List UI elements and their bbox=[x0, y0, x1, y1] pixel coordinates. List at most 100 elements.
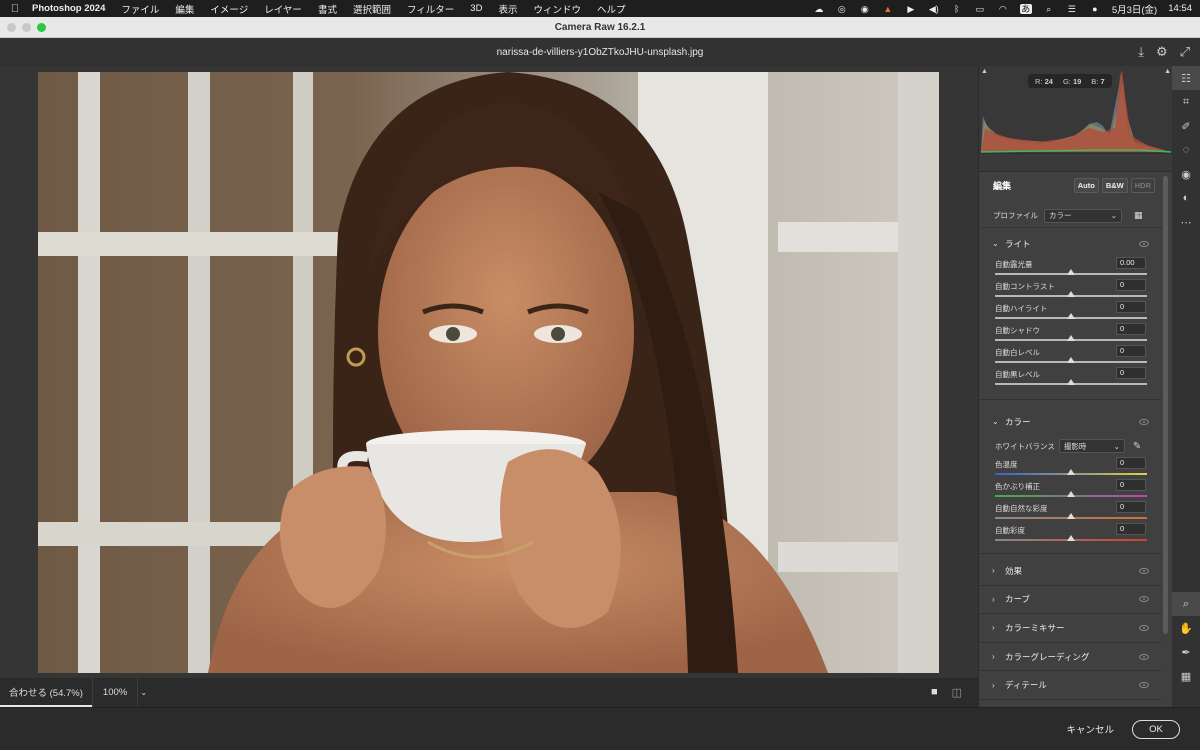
menu-3d[interactable]: 3D bbox=[462, 3, 490, 14]
menu-file[interactable]: ファイル bbox=[113, 2, 167, 16]
slider-thumb[interactable] bbox=[1067, 535, 1075, 541]
hdr-button[interactable]: HDR bbox=[1130, 177, 1155, 193]
slider-thumb[interactable] bbox=[1067, 335, 1075, 341]
chevron-right-icon: › bbox=[992, 566, 995, 576]
slider-value-input[interactable]: 0 bbox=[1116, 279, 1146, 291]
collapsed-section-header[interactable]: › カラーミキサー bbox=[979, 614, 1161, 643]
eye-icon[interactable] bbox=[1139, 567, 1149, 574]
slider-thumb[interactable] bbox=[1067, 513, 1075, 519]
bluetooth-icon[interactable]: ᛒ bbox=[951, 4, 963, 14]
menu-image[interactable]: イメージ bbox=[202, 2, 256, 16]
creative-cloud-icon[interactable]: ◎ bbox=[836, 4, 848, 14]
healing-icon[interactable]: ✐ bbox=[1172, 114, 1200, 138]
cancel-button[interactable]: キャンセル bbox=[1066, 722, 1114, 736]
wifi-icon[interactable]: ◠ bbox=[997, 4, 1009, 14]
slider-value-input[interactable]: 0 bbox=[1116, 523, 1146, 535]
save-icon[interactable]: ⤓ bbox=[1138, 44, 1144, 60]
slider-thumb[interactable] bbox=[1067, 291, 1075, 297]
slider-thumb[interactable] bbox=[1067, 491, 1075, 497]
collapsed-section-header[interactable]: › 効果 bbox=[979, 557, 1161, 586]
eye-icon[interactable] bbox=[1139, 624, 1149, 631]
red-eye-icon[interactable]: ◉ bbox=[1172, 162, 1200, 186]
menu-window[interactable]: ウィンドウ bbox=[525, 2, 589, 16]
before-after-icon[interactable]: ◫ bbox=[952, 686, 962, 699]
photo-preview[interactable] bbox=[38, 72, 939, 673]
collapsed-section-header[interactable]: › カーブ bbox=[979, 586, 1161, 615]
grid-icon[interactable]: ▦ bbox=[1172, 664, 1200, 688]
menu-help[interactable]: ヘルプ bbox=[589, 2, 634, 16]
slider-value-input[interactable]: 0.00 bbox=[1116, 257, 1146, 269]
eye-icon[interactable] bbox=[1139, 653, 1149, 660]
crop-icon[interactable]: ⌗ bbox=[1172, 90, 1200, 114]
hand-tool-icon[interactable]: ✋ bbox=[1172, 616, 1200, 640]
slider-value-input[interactable]: 0 bbox=[1116, 479, 1146, 491]
sync-icon[interactable]: ◉ bbox=[859, 4, 871, 14]
slider-value-input[interactable]: 0 bbox=[1116, 457, 1146, 469]
gear-icon[interactable]: ⚙ bbox=[1156, 44, 1168, 60]
zoom-100-button[interactable]: 100% bbox=[91, 678, 137, 707]
image-canvas[interactable] bbox=[0, 66, 978, 678]
input-mode-indicator[interactable]: あ bbox=[1019, 3, 1032, 14]
profile-browser-icon[interactable]: ▦ bbox=[1134, 210, 1143, 221]
eye-icon[interactable] bbox=[1139, 418, 1149, 425]
eye-icon[interactable] bbox=[1139, 240, 1149, 247]
edit-header: 編集 Auto B&W HDR bbox=[979, 172, 1165, 198]
slider-thumb[interactable] bbox=[1067, 379, 1075, 385]
apple-icon[interactable]:  bbox=[0, 3, 30, 15]
search-icon[interactable]: ⌕ bbox=[1043, 4, 1055, 14]
color-sampler-icon[interactable]: ✒ bbox=[1172, 640, 1200, 664]
auto-button[interactable]: Auto bbox=[1073, 177, 1099, 193]
mask-icon[interactable]: ◌ bbox=[1172, 138, 1200, 162]
brave-icon[interactable]: ▲ bbox=[882, 4, 894, 14]
slider-value-input[interactable]: 0 bbox=[1116, 301, 1146, 313]
menu-filter[interactable]: フィルター bbox=[399, 2, 462, 16]
cloud-icon[interactable]: ☁ bbox=[813, 4, 825, 14]
slider-value-input[interactable]: 0 bbox=[1116, 501, 1146, 513]
slider-thumb[interactable] bbox=[1067, 269, 1075, 275]
siri-icon[interactable]: ● bbox=[1089, 4, 1101, 14]
zoom-fit-button[interactable]: 合わせる (54.7%) bbox=[0, 678, 92, 707]
slider-value-input[interactable]: 0 bbox=[1116, 345, 1146, 357]
eyedropper-icon[interactable]: ✎ bbox=[1133, 441, 1141, 452]
menu-select[interactable]: 選択範囲 bbox=[345, 2, 399, 16]
fullscreen-icon[interactable]: ⤢ bbox=[1180, 44, 1190, 60]
control-center-icon[interactable]: ☰ bbox=[1066, 4, 1078, 14]
profile-select[interactable]: カラー ⌄ bbox=[1044, 208, 1122, 223]
minimize-window-button[interactable] bbox=[22, 23, 31, 32]
collapsed-section-header[interactable]: › カラーグレーディング bbox=[979, 643, 1161, 672]
menu-edit[interactable]: 編集 bbox=[167, 2, 202, 16]
slider-thumb[interactable] bbox=[1067, 313, 1075, 319]
slider-thumb[interactable] bbox=[1067, 469, 1075, 475]
menu-layer[interactable]: レイヤー bbox=[256, 2, 310, 16]
color-section-header[interactable]: ⌄ カラー bbox=[979, 408, 1161, 435]
menu-date[interactable]: 5月3日(金) bbox=[1112, 2, 1157, 16]
tool-strip: ☷ ⌗ ✐ ◌ ◉ ◐ ⋯ ⌕ ✋ ✒ ▦ bbox=[1172, 66, 1200, 707]
eye-icon[interactable] bbox=[1139, 596, 1149, 603]
presets-icon[interactable]: ◐ bbox=[1172, 186, 1200, 210]
menu-type[interactable]: 書式 bbox=[310, 2, 345, 16]
panel-scrollbar[interactable] bbox=[1163, 176, 1168, 634]
play-icon[interactable]: ▶ bbox=[905, 4, 917, 14]
edit-sliders-icon[interactable]: ☷ bbox=[1172, 66, 1200, 90]
more-icon[interactable]: ⋯ bbox=[1172, 210, 1200, 234]
ok-button[interactable]: OK bbox=[1132, 719, 1180, 739]
battery-icon[interactable]: ▭ bbox=[974, 4, 986, 14]
slider-value-input[interactable]: 0 bbox=[1116, 367, 1146, 379]
volume-icon[interactable]: ◀) bbox=[928, 4, 940, 14]
wb-select[interactable]: 撮影時 ⌄ bbox=[1058, 439, 1125, 453]
slider-label: 自動シャドウ bbox=[995, 326, 1040, 335]
bw-button[interactable]: B&W bbox=[1101, 177, 1128, 193]
slider-value-input[interactable]: 0 bbox=[1116, 323, 1146, 335]
close-window-button[interactable] bbox=[7, 23, 16, 32]
menu-app-name[interactable]: Photoshop 2024 bbox=[30, 3, 113, 14]
slider-thumb[interactable] bbox=[1067, 357, 1075, 363]
light-section-header[interactable]: ⌄ ライト bbox=[979, 230, 1161, 257]
zoom-tool-icon[interactable]: ⌕ bbox=[1172, 592, 1200, 616]
menu-time[interactable]: 14:54 bbox=[1168, 3, 1192, 14]
menu-view[interactable]: 表示 bbox=[490, 2, 525, 16]
single-view-icon[interactable]: ■ bbox=[931, 686, 938, 699]
zoom-window-button[interactable] bbox=[37, 23, 46, 32]
eye-icon[interactable] bbox=[1139, 682, 1149, 689]
collapsed-section-header[interactable]: › ディテール bbox=[979, 671, 1161, 700]
zoom-dropdown-icon[interactable]: ⌄ bbox=[137, 678, 149, 707]
